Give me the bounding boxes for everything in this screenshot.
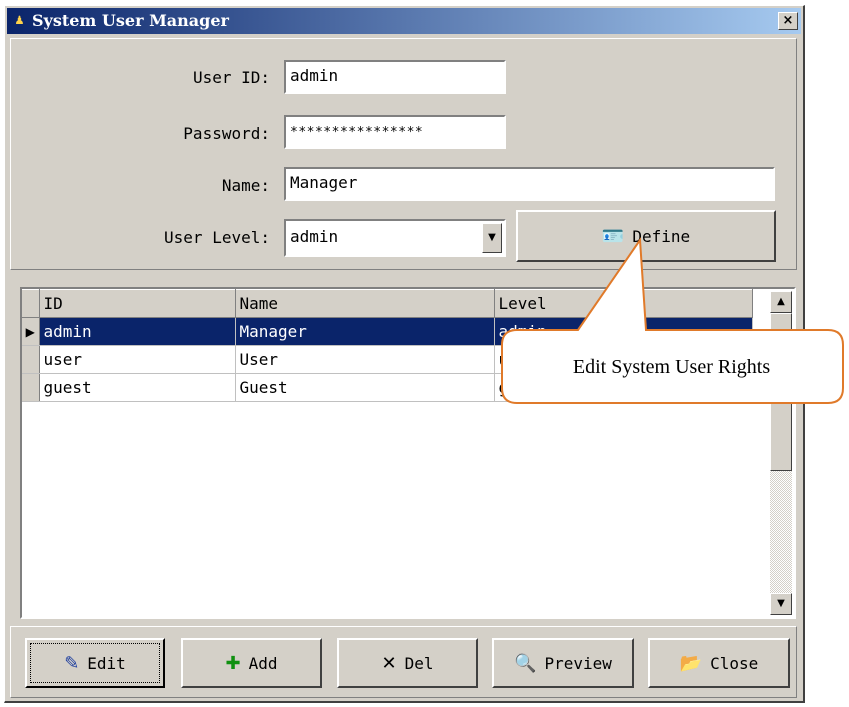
password-value: ****************	[290, 125, 424, 140]
name-label: Name:	[221, 176, 270, 195]
password-input[interactable]: ****************	[284, 115, 506, 149]
del-button[interactable]: ✕ Del	[337, 638, 478, 688]
column-header-level[interactable]: Level	[494, 289, 753, 318]
cell-name[interactable]: Guest	[235, 373, 495, 402]
window-title: System User Manager	[32, 11, 229, 30]
edit-icon: ✎	[64, 652, 80, 674]
column-header-name[interactable]: Name	[235, 289, 495, 318]
row-indicator	[22, 373, 40, 402]
name-value: Manager	[290, 173, 358, 192]
users-table: ID Name Level ▶ admin Manager admin user…	[22, 289, 753, 402]
table-row[interactable]: ▶ admin Manager admin	[22, 317, 753, 346]
user-level-label: User Level:	[164, 228, 270, 247]
cell-id[interactable]: guest	[39, 373, 236, 402]
grid-vertical-scrollbar[interactable]: ▲ ▼	[770, 291, 792, 615]
window-close-button[interactable]: ×	[778, 12, 798, 30]
row-indicator-header	[22, 289, 40, 318]
x-icon: ✕	[381, 652, 397, 674]
preview-button[interactable]: 🔍 Preview	[492, 638, 634, 688]
add-button[interactable]: ✚ Add	[181, 638, 322, 688]
cell-name[interactable]: Manager	[235, 317, 495, 346]
chevron-down-icon[interactable]: ▼	[482, 223, 502, 253]
name-input[interactable]: Manager	[284, 167, 775, 201]
users-grid[interactable]: ID Name Level ▶ admin Manager admin user…	[20, 287, 796, 619]
scroll-thumb[interactable]	[770, 313, 792, 471]
user-level-select[interactable]: admin ▼	[284, 219, 506, 257]
cell-id[interactable]: admin	[39, 317, 236, 346]
edit-button[interactable]: ✎ Edit	[25, 638, 165, 688]
define-button[interactable]: 🪪 Define	[516, 210, 776, 262]
scroll-up-icon[interactable]: ▲	[770, 291, 792, 313]
row-indicator	[22, 345, 40, 374]
title-bar[interactable]: ♟ System User Manager ×	[7, 8, 801, 34]
user-id-label: User ID:	[192, 68, 270, 87]
callout-text: Edit System User Rights	[572, 356, 771, 378]
close-button[interactable]: 📂 Close	[648, 638, 790, 688]
user-level-value: admin	[290, 227, 339, 246]
preview-icon: 🔍	[514, 652, 537, 674]
user-id-input[interactable]: admin	[284, 60, 506, 94]
grid-header-row: ID Name Level	[22, 289, 753, 318]
folder-open-icon: 📂	[679, 652, 703, 674]
cell-level[interactable]: admin	[494, 317, 753, 346]
column-header-id[interactable]: ID	[39, 289, 236, 318]
id-card-icon: 🪪	[601, 225, 625, 247]
current-row-indicator-icon: ▶	[22, 317, 40, 346]
password-label: Password:	[183, 124, 270, 143]
cell-name[interactable]: User	[235, 345, 495, 374]
scroll-down-icon[interactable]: ▼	[770, 593, 792, 615]
user-id-value: admin	[290, 66, 339, 85]
cell-id[interactable]: user	[39, 345, 236, 374]
app-icon: ♟	[15, 12, 24, 28]
plus-icon: ✚	[225, 652, 241, 674]
